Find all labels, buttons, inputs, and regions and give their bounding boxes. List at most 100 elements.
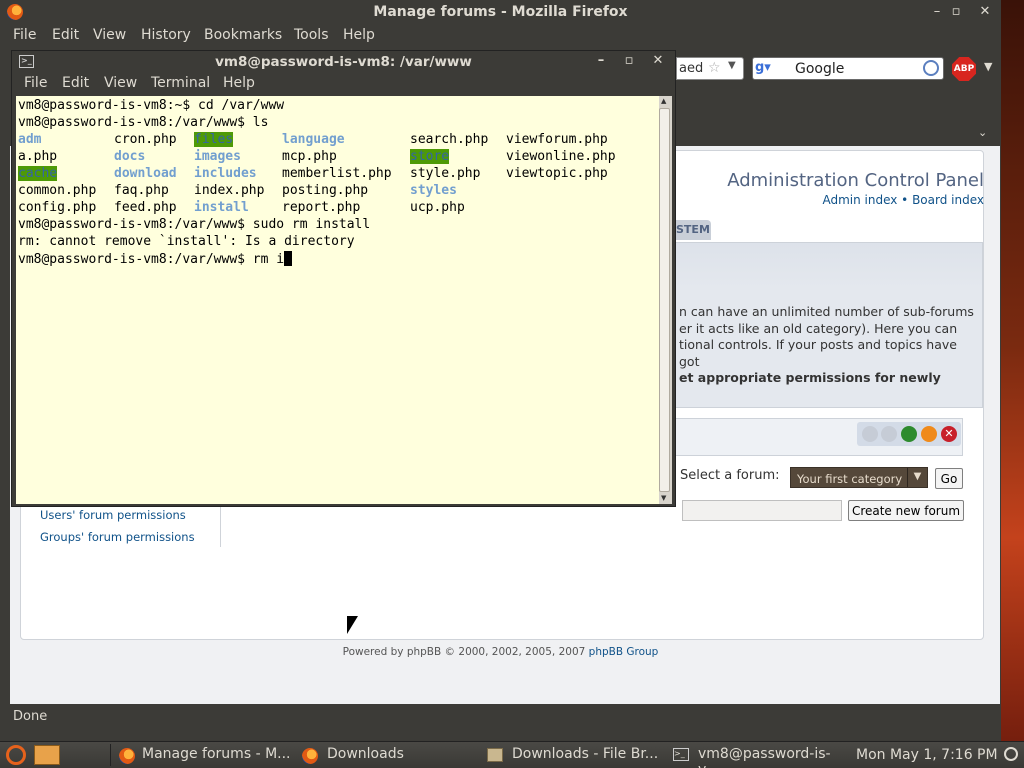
terminal-line: vm8@password-is-vm8:~$ cd /var/www [18,98,285,113]
taskbar-item-manage-forums[interactable]: Manage forums - M... [117,744,295,766]
menu-view[interactable]: View [93,27,126,43]
menu-file[interactable]: File [13,27,36,43]
ls-entry: search.php [410,132,489,147]
term-menu-edit[interactable]: Edit [62,75,89,91]
scroll-down-icon[interactable]: ▼ [661,494,666,502]
delete-icon[interactable]: ✕ [941,426,957,442]
taskbar-item-terminal[interactable]: >_ vm8@password-is-v... [673,744,849,768]
ls-entry: styles [410,183,457,198]
create-forum-button[interactable]: Create new forum [848,500,964,521]
show-desktop-icon[interactable] [34,745,60,765]
ls-entry: cache [18,166,58,181]
terminal-minimize-icon[interactable]: – [592,52,610,70]
term-menu-file[interactable]: File [24,75,47,91]
clock[interactable]: Mon May 1, 7:16 PM [856,747,998,763]
tab-list-icon[interactable]: ⌄ [978,126,987,139]
search-box[interactable]: g▾ Google [752,57,944,80]
terminal-prompt: vm8@password-is-vm8:/var/www$ rm i [18,252,285,267]
taskbar-label: Downloads - File Br... [512,746,659,762]
term-menu-view[interactable]: View [104,75,137,91]
ls-entry: memberlist.php [282,166,392,181]
term-menu-terminal[interactable]: Terminal [151,75,210,91]
ls-entry: report.php [282,200,361,215]
status-bar: Done [0,704,1001,730]
terminal-output[interactable]: vm8@password-is-vm8:~$ cd /var/www vm8@p… [16,96,659,504]
move-down-icon[interactable] [881,426,897,442]
term-menu-help[interactable]: Help [223,75,255,91]
ls-entry: viewforum.php [506,132,608,147]
menu-bookmarks[interactable]: Bookmarks [204,27,282,43]
abp-dropdown-icon[interactable]: ▼ [984,60,992,73]
tab-system[interactable]: STEM [676,220,711,240]
ls-entry: style.php [410,166,481,181]
select-forum-label: Select a forum: [680,468,780,483]
url-text: aed [679,61,704,76]
ls-entry: mcp.php [282,149,337,164]
taskbar-separator [110,744,111,766]
menu-help[interactable]: Help [343,27,375,43]
groups-forum-permissions-link[interactable]: Groups' forum permissions [40,530,195,544]
settings-gear-icon[interactable] [901,426,917,442]
forum-description: n can have an unlimited number of sub-fo… [679,304,979,387]
link-separator: • [901,193,909,207]
ls-entry: images [194,149,241,164]
taskbar-label: Manage forums - M... [142,746,291,762]
google-icon[interactable]: g▾ [755,60,789,78]
board-index-link[interactable]: Board index [912,193,984,207]
desc-line: n can have an unlimited number of sub-fo… [679,304,974,319]
maximize-icon[interactable]: ▫ [947,3,965,21]
mouse-pointer-icon [347,616,358,634]
power-icon[interactable] [1004,747,1018,761]
terminal-close-icon[interactable]: ✕ [649,52,667,70]
resync-icon[interactable] [921,426,937,442]
taskbar-label: Downloads [327,746,404,762]
terminal-scroll-thumb[interactable] [659,108,670,492]
menu-history[interactable]: History [141,27,191,43]
taskbar-item-file-browser[interactable]: Downloads - File Br... [487,744,663,766]
terminal-maximize-icon[interactable]: ▫ [620,52,638,70]
scroll-up-icon[interactable]: ▲ [661,97,666,105]
forum-select[interactable]: Your first category ▼ [790,467,928,488]
ls-entry: language [282,132,345,147]
search-engine-label: Google [795,61,845,77]
menu-edit[interactable]: Edit [52,27,79,43]
ls-entry: ucp.php [410,200,465,215]
ls-entry: posting.php [282,183,369,198]
phpbb-link[interactable]: phpBB Group [589,646,659,658]
ls-entry: common.php [18,183,97,198]
terminal-titlebar[interactable]: >_ vm8@password-is-vm8: /var/www – ▫ ✕ [12,51,675,73]
forum-select-value: Your first category [797,472,903,486]
go-button[interactable]: Go [935,468,963,489]
terminal-icon: >_ [673,748,689,761]
ls-entry: store [410,149,450,164]
menu-divider [220,505,221,547]
chevron-down-icon[interactable]: ▼ [907,468,927,487]
status-text: Done [13,709,48,724]
ls-entry: config.php [18,200,97,215]
url-dropdown-icon[interactable]: ▼ [728,60,736,71]
desc-line-bold: et appropriate permissions for newly [679,370,941,385]
close-icon[interactable]: ✕ [976,3,994,21]
footer-text: Powered by phpBB © 2000, 2002, 2005, 200… [342,646,586,658]
terminal-line: vm8@password-is-vm8:/var/www$ sudo rm in… [18,217,371,232]
ls-entry: viewtopic.php [506,166,608,181]
terminal-window: >_ vm8@password-is-vm8: /var/www – ▫ ✕ F… [11,50,676,507]
terminal-title: vm8@password-is-vm8: /var/www [215,54,472,70]
taskbar-item-downloads[interactable]: Downloads [302,744,474,766]
move-up-icon[interactable] [862,426,878,442]
desc-line: tional controls. If your posts and topic… [679,337,957,369]
bookmark-star-icon[interactable]: ☆ [708,60,721,76]
users-forum-permissions-link[interactable]: Users' forum permissions [40,508,186,522]
minimize-icon[interactable]: – [928,3,946,21]
menu-tools[interactable]: Tools [294,27,329,43]
desc-line: er it acts like an old category). Here y… [679,320,958,336]
ls-entry: files [194,132,234,147]
search-icon[interactable] [923,60,939,76]
ubuntu-menu-icon[interactable] [6,745,26,765]
admin-index-link[interactable]: Admin index [822,193,897,207]
ls-entry: cron.php [114,132,177,147]
firefox-titlebar[interactable]: Manage forums - Mozilla Firefox [0,0,1001,25]
new-forum-input[interactable] [682,500,842,521]
ls-entry: a.php [18,149,58,164]
acp-links: Admin index • Board index [822,193,984,207]
